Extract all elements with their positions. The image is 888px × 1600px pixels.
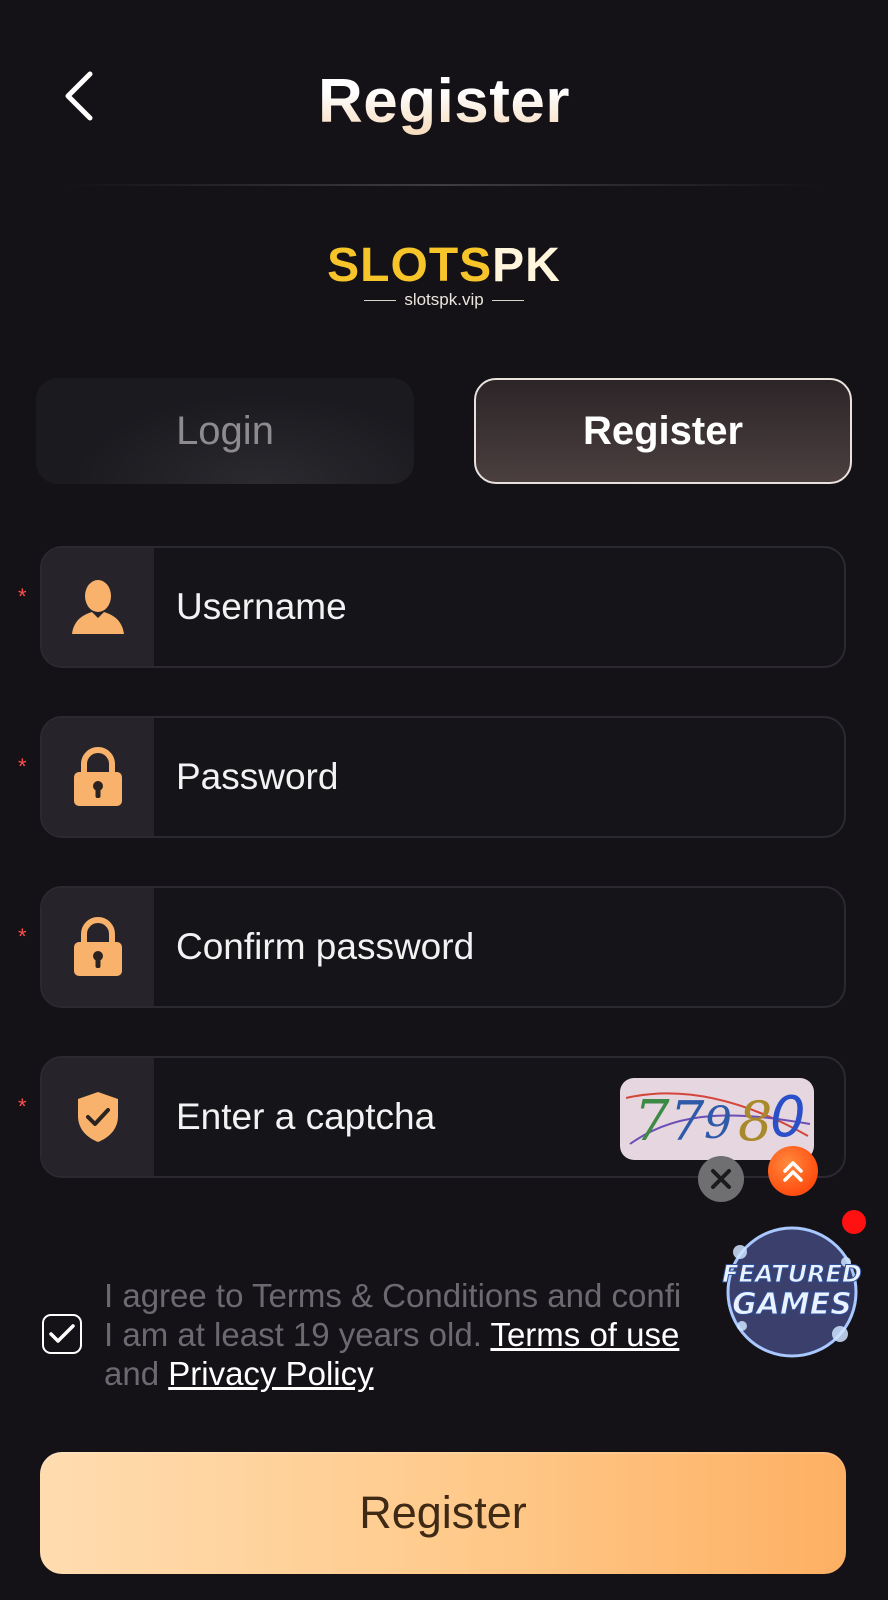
scroll-top-button[interactable] (768, 1146, 818, 1196)
required-mark: * (18, 754, 27, 779)
password-input[interactable] (174, 718, 658, 836)
svg-text:0: 0 (770, 1085, 806, 1150)
agreement-text: I agree to Terms & Conditions and confi … (104, 1276, 724, 1393)
checkmark-icon (49, 1324, 75, 1343)
required-mark: * (18, 924, 27, 949)
logo-brand-white: PK (492, 239, 561, 292)
password-field (40, 716, 846, 838)
lock-icon (74, 747, 122, 806)
close-float-button[interactable] (698, 1156, 744, 1202)
logo-brand-yellow: SLOTS (327, 239, 493, 292)
header-divider (64, 184, 824, 186)
confirm-password-input[interactable] (174, 888, 658, 1006)
featured-label-2: GAMES (732, 1287, 852, 1322)
required-mark: * (18, 584, 27, 609)
close-icon (711, 1169, 731, 1189)
shield-check-icon (78, 1092, 118, 1142)
agree-checkbox[interactable] (42, 1314, 82, 1354)
featured-games-button[interactable]: FEATURED GAMES (722, 1222, 862, 1362)
username-input[interactable] (174, 548, 658, 666)
agreement-line-1: I agree to Terms & Conditions and confi (104, 1277, 682, 1314)
notification-dot (842, 1210, 866, 1234)
user-icon (72, 580, 124, 634)
logo-domain: slotspk.vip (404, 290, 484, 309)
featured-label-1: FEATURED (722, 1260, 862, 1288)
confirm-password-field (40, 886, 846, 1008)
page-title: Register (0, 66, 888, 137)
svg-text:8: 8 (738, 1090, 772, 1153)
agreement-and: and (104, 1355, 160, 1392)
register-submit-button[interactable]: Register (40, 1452, 846, 1574)
required-mark: * (18, 1094, 27, 1119)
brand-logo: SLOTSPK slotspk.vip (0, 240, 888, 310)
username-field (40, 546, 846, 668)
svg-text:7: 7 (634, 1089, 670, 1154)
terms-of-use-link[interactable]: Terms of use (490, 1316, 679, 1353)
tab-login[interactable]: Login (36, 378, 414, 484)
svg-text:9: 9 (704, 1098, 732, 1149)
double-chevron-up-icon (783, 1161, 803, 1182)
agreement-line-2: I am at least 19 years old. (104, 1316, 482, 1353)
tab-register[interactable]: Register (474, 378, 852, 484)
privacy-policy-link[interactable]: Privacy Policy (168, 1355, 373, 1392)
lock-icon (74, 917, 122, 976)
captcha-input[interactable] (174, 1058, 608, 1176)
svg-text:7: 7 (670, 1090, 705, 1153)
